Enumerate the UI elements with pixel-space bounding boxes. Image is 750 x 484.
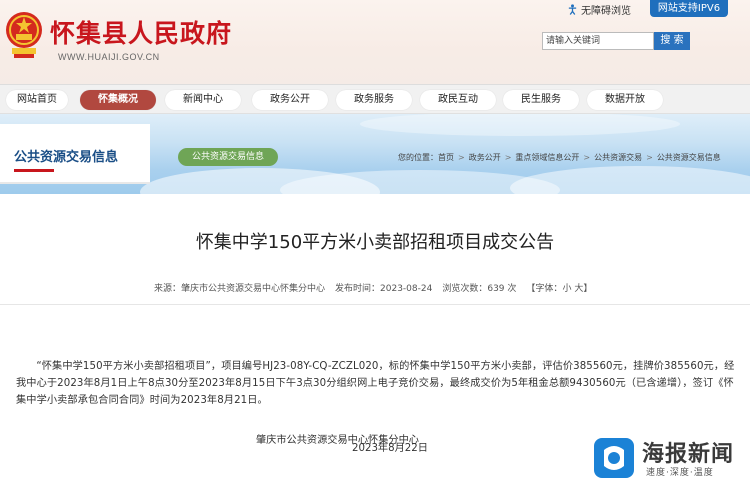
accessibility-label: 无障碍浏览 [581, 6, 631, 17]
section-pill-button[interactable]: 公共资源交易信息 [178, 148, 278, 166]
article-views-count: 639 [487, 284, 505, 294]
breadcrumb-prefix: 您的位置： [398, 153, 438, 162]
section-title-underline [14, 169, 54, 172]
breadcrumb: 您的位置：首页 > 政务公开 > 重点领域信息公开 > 公共资源交易 > 公共资源交易信息 [398, 152, 721, 163]
watermark-name: 海报新闻 [642, 442, 735, 467]
article-title: 怀集中学150平方米小卖部招租项目成交公告 [195, 232, 555, 253]
breadcrumb-separator: > [583, 153, 591, 162]
breadcrumb-trading-info[interactable]: 公共资源交易信息 [657, 152, 721, 163]
nav-item-overview[interactable]: 怀集概况 [80, 90, 156, 110]
haibao-logo-icon [594, 438, 634, 478]
site-url: WWW.HUAIJI.GOV.CN [58, 52, 160, 62]
breadcrumb-key-areas[interactable]: 重点领域信息公开 [515, 152, 579, 163]
breadcrumb-home[interactable]: 首页 [438, 152, 454, 163]
site-header: 怀集县人民政府 WWW.HUAIJI.GOV.CN 无障碍浏览 网站支持IPV6… [0, 0, 750, 84]
breadcrumb-separator: > [458, 153, 465, 162]
font-size-large-button[interactable]: 大 [574, 284, 583, 294]
font-size-label: 【字体： [526, 284, 563, 294]
section-banner: 公共资源交易信息 公共资源交易信息 您的位置：首页 > 政务公开 > 重点领域信息公开 >… [0, 114, 750, 194]
breadcrumb-public-trading[interactable]: 公共资源交易 [594, 152, 642, 163]
article-meta: 来源：肇庆市公共资源交易中心怀集分中心 发布时间：2023-08-24 浏览次数：6… [154, 281, 592, 294]
article-publish-time: 发布时间：2023-08-24 [335, 284, 433, 294]
accessibility-icon [568, 4, 577, 15]
font-size-close: 】 [583, 284, 593, 294]
main-nav: 网站首页 怀集概况 新闻中心 政务公开 政务服务 政民互动 民生服务 数据开放 [0, 84, 750, 114]
watermark-slogan: 速度·深度·温度 [646, 468, 714, 478]
search-input[interactable] [542, 32, 654, 50]
ipv6-badge: 网站支持IPV6 [650, 0, 728, 17]
article-views-unit: 次 [507, 284, 517, 294]
breadcrumb-separator: > [504, 153, 512, 162]
article-source: 来源：肇庆市公共资源交易中心怀集分中心 [154, 284, 326, 294]
site-title[interactable]: 怀集县人民政府 [50, 14, 232, 50]
article-body: “怀集中学150平方米小卖部招租项目”，项目编号HJ23-08Y-CQ-ZCZL… [16, 361, 735, 406]
article-divider [0, 304, 750, 305]
national-emblem-icon [6, 12, 42, 58]
news-watermark: 海报新闻 速度·深度·温度 [594, 436, 744, 480]
nav-item-open-data[interactable]: 数据开放 [587, 90, 663, 110]
nav-item-gov-affairs[interactable]: 政务公开 [252, 90, 328, 110]
search-button[interactable]: 搜 索 [654, 32, 690, 50]
section-title-panel: 公共资源交易信息 [0, 124, 150, 184]
nav-item-gov-services[interactable]: 政务服务 [336, 90, 412, 110]
article-views-label: 浏览次数： [442, 284, 488, 294]
accessibility-button[interactable]: 无障碍浏览 [567, 2, 631, 17]
nav-item-interaction[interactable]: 政民互动 [420, 90, 496, 110]
nav-item-livelihood[interactable]: 民生服务 [503, 90, 579, 110]
breadcrumb-separator: > [646, 153, 653, 162]
nav-item-home[interactable]: 网站首页 [6, 90, 68, 110]
signature-date: 2023年8月22日 [352, 443, 428, 454]
breadcrumb-gov-affairs[interactable]: 政务公开 [469, 152, 501, 163]
section-title: 公共资源交易信息 [14, 150, 119, 165]
nav-item-news[interactable]: 新闻中心 [165, 90, 241, 110]
